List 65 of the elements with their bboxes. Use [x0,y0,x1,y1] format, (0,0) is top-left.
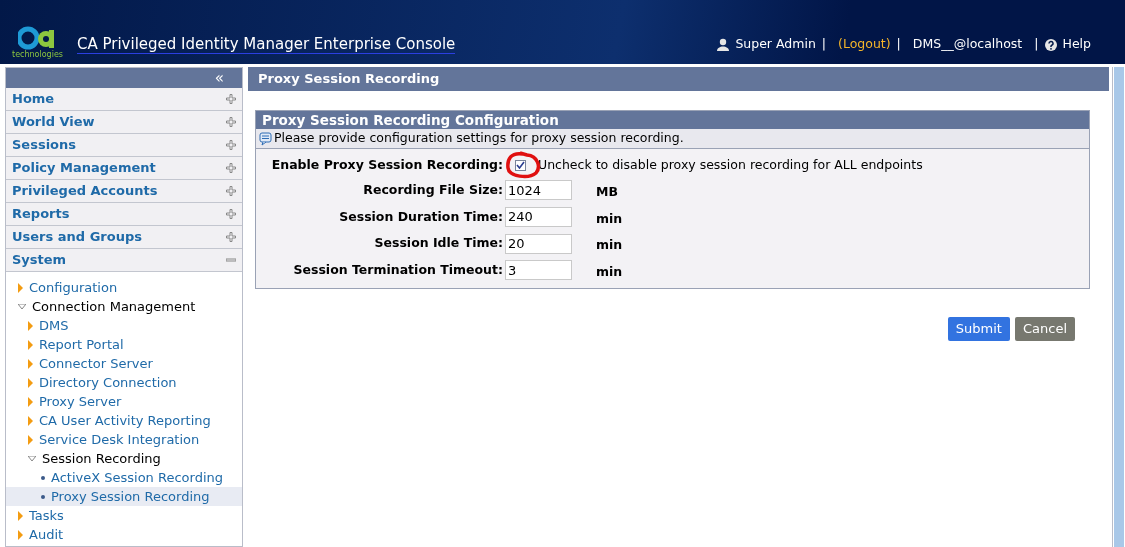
check-icon [516,161,525,170]
sidebar-section[interactable]: Reports [6,203,242,226]
tree-item[interactable]: Proxy Server [6,392,242,411]
field-label: Session Termination Timeout: [292,261,503,279]
host-name: DMS__@localhost [912,35,1023,54]
sidebar-section[interactable]: Privileged Accounts [6,180,242,203]
section-label: Home [12,90,55,109]
section-label: Privileged Accounts [12,182,158,201]
tree-item[interactable]: Connector Server [6,354,242,373]
separator: | [896,35,901,54]
sidebar-section[interactable]: Home [6,88,242,111]
panel-title: Proxy Session Recording Configuration [262,110,559,130]
tree-item[interactable]: Connection Management [6,297,242,316]
section-label: System [12,251,67,270]
tree-item[interactable]: Proxy Session Recording [6,487,242,506]
sidebar-section[interactable]: Policy Management [6,157,242,180]
field-label: Recording File Size: [362,180,503,199]
user-icon [717,38,730,52]
tree-item[interactable]: Directory Connection [6,373,242,392]
unit-label: min [596,236,624,255]
tree-item[interactable]: Service Desk Integration [6,430,242,449]
sidebar-section[interactable]: System [6,249,242,272]
user-name: Super Admin [735,35,816,54]
info-text: Please provide configuration settings for proxy session recording. [274,129,684,148]
sidebar-section[interactable]: World View [6,111,242,134]
unit-label: MB [596,182,619,201]
text-field[interactable]: 240 [505,206,572,227]
tree-item[interactable]: Tasks [6,506,242,525]
section-label: Policy Management [12,159,156,178]
section-label: Sessions [12,136,77,155]
enable-checkbox[interactable] [515,159,526,171]
field-label: Session Idle Time: [373,234,503,253]
unit-label: min [596,209,624,228]
help-link[interactable]: Help [1062,35,1091,54]
form-button[interactable]: Cancel [1014,316,1075,341]
page-title: Proxy Session Recording [258,70,440,89]
checkbox-hint: Uncheck to disable proxy session recording for ALL endpoints [538,156,923,174]
collapse-button[interactable]: « [214,68,224,88]
tree-item[interactable]: Report Portal [6,335,242,354]
tree-item[interactable]: Audit [6,525,242,544]
bullet-icon [41,475,45,480]
sidebar-section[interactable]: Sessions [6,134,242,157]
section-label: World View [12,113,95,132]
tree-item[interactable]: DMS [6,316,242,335]
section-label: Reports [12,205,70,224]
tree-item[interactable]: ActiveX Session Recording [6,468,242,487]
separator: | [1034,35,1039,54]
field-label: Enable Proxy Session Recording: [270,156,503,174]
text-field[interactable]: 20 [505,233,572,254]
unit-label: min [596,263,624,281]
app-title[interactable]: CA Privileged Identity Manager Enterprise Console [77,35,456,54]
form-button[interactable]: Submit [947,316,1010,341]
section-label: Users and Groups [12,228,142,247]
logo-text: technologies [12,50,63,60]
tree-item[interactable]: CA User Activity Reporting [6,411,242,430]
tree-item[interactable]: Session Recording [6,449,242,468]
field-label: Session Duration Time: [338,207,503,226]
text-field[interactable]: 3 [505,260,572,281]
text-field[interactable]: 1024 [505,180,572,201]
tree-item[interactable]: Configuration [6,278,242,297]
logout-link[interactable]: (Logout) [838,35,891,54]
separator: | [821,35,827,54]
bullet-icon [41,494,45,499]
help-icon [1044,38,1057,51]
sidebar-section[interactable]: Users and Groups [6,226,242,249]
